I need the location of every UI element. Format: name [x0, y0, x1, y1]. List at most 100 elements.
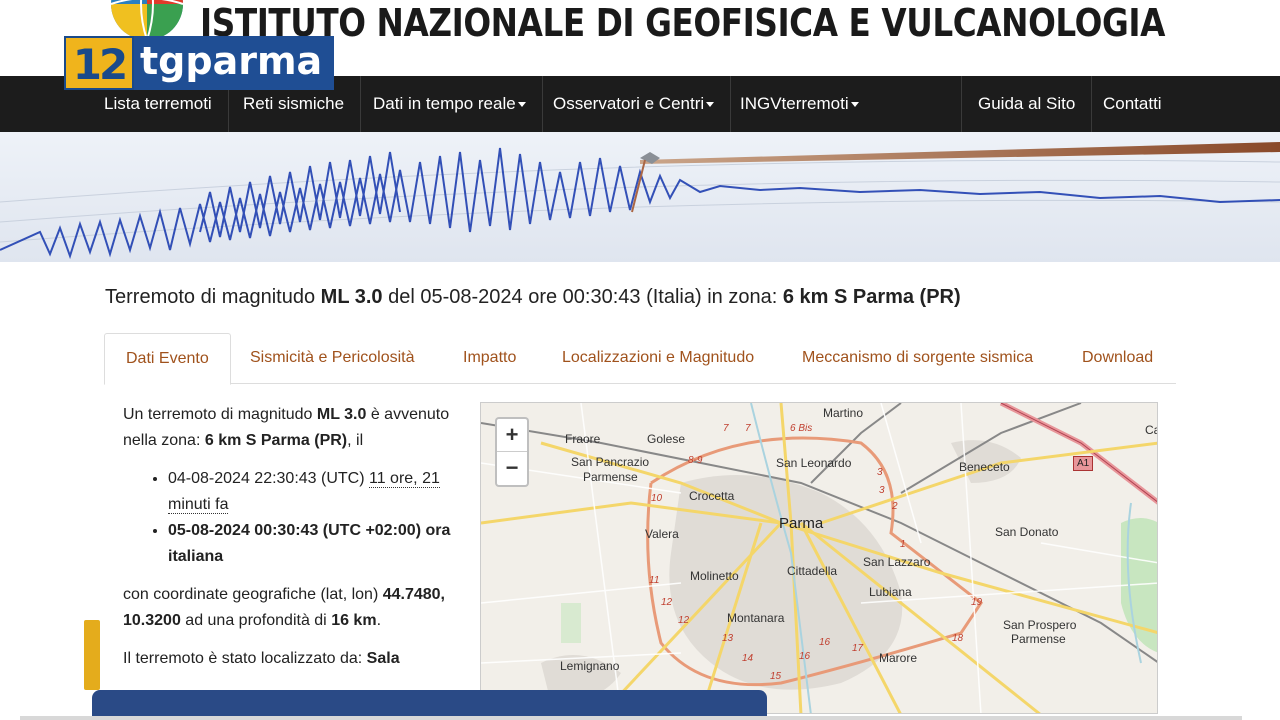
- map-label-san-lazzaro: San Lazzaro: [863, 555, 931, 569]
- zoom-out-button[interactable]: −: [497, 452, 527, 485]
- map-label-crocetta: Crocetta: [689, 489, 735, 503]
- road-number: 3: [877, 467, 883, 478]
- tv-logo-number: 12: [64, 36, 134, 90]
- tv-logo-name: tgparma: [134, 36, 334, 90]
- coords-text: ad una profondità di: [180, 612, 332, 629]
- site-title: ISTITUTO NAZIONALE DI GEOFISICA E VULCAN…: [200, 1, 1166, 45]
- page: ISTITUTO NAZIONALE DI GEOFISICA E VULCAN…: [0, 0, 1280, 720]
- local-time-item: 05-08-2024 00:30:43 (UTC +02:00) ora ita…: [168, 518, 453, 570]
- map-label-san-prospero: San Prospero: [1003, 618, 1077, 632]
- map-label-parmense: Parmense: [583, 470, 638, 484]
- map-label-molinetto: Molinetto: [690, 569, 739, 583]
- road-number: 11: [649, 575, 660, 586]
- map-label-san-donato: San Donato: [995, 525, 1059, 539]
- map-label-golese: Golese: [647, 432, 686, 446]
- road-number: 6 Bis: [790, 423, 813, 434]
- road-number: 7: [745, 423, 751, 434]
- nav-item-ingvterremoti[interactable]: INGVterremoti: [724, 76, 875, 132]
- nav-item-dati-tempo-reale[interactable]: Dati in tempo reale: [357, 76, 543, 132]
- road-number: 12: [678, 615, 690, 626]
- road-number: 17: [852, 643, 864, 654]
- tv-accent-bar: [84, 620, 100, 690]
- tab-sismicita-pericolosita[interactable]: Sismicità e Pericolosità: [229, 333, 436, 384]
- caret-down-icon: [706, 102, 715, 108]
- intro-magnitude: ML 3.0: [316, 406, 367, 423]
- road-number: 12: [661, 597, 673, 608]
- map-zoom-control: + −: [495, 417, 529, 487]
- local-time: 05-08-2024 00:30:43 (UTC +02:00) ora ita…: [168, 522, 451, 565]
- map-label-parma: Parma: [779, 515, 824, 532]
- tab-download[interactable]: Download: [1061, 333, 1174, 384]
- road-number: 8-9: [688, 455, 703, 466]
- utc-time-item: 04-08-2024 22:30:43 (UTC) 11 ore, 21 min…: [168, 466, 453, 518]
- event-tabs: Dati Evento Sismicità e Pericolosità Imp…: [104, 333, 1176, 385]
- nav-item-label: Reti sismiche: [243, 94, 345, 113]
- nav-item-label: Contatti: [1103, 94, 1162, 113]
- road-number: 10: [651, 493, 663, 504]
- map-label-valera: Valera: [645, 527, 679, 541]
- event-title: Terremoto di magnitudo ML 3.0 del 05-08-…: [105, 286, 961, 309]
- intro-text: , il: [347, 432, 364, 449]
- nav-item-label: Dati in tempo reale: [373, 94, 516, 113]
- event-time-list: 04-08-2024 22:30:43 (UTC) 11 ore, 21 min…: [168, 466, 453, 570]
- tab-dati-evento[interactable]: Dati Evento: [104, 333, 231, 385]
- event-zone: 6 km S Parma (PR): [782, 286, 961, 308]
- intro-text: Un terremoto di magnitudo: [123, 406, 317, 423]
- seismograph-image: [0, 132, 1280, 262]
- bottom-edge: [20, 716, 1242, 720]
- map-label-parmense-2: Parmense: [1011, 632, 1066, 646]
- event-title-mid: del 05-08-2024 ore 00:30:43 (Italia) in …: [382, 286, 783, 308]
- nav-item-label: Guida al Sito: [978, 94, 1076, 113]
- road-number: 18: [952, 633, 964, 644]
- nav-item-label: INGVterremoti: [740, 94, 849, 113]
- map-label-fraore: Fraore: [565, 432, 601, 446]
- intro-zone: 6 km S Parma (PR): [204, 432, 348, 449]
- map-label-beneceto: Beneceto: [959, 460, 1010, 474]
- tab-meccanismo-sorgente[interactable]: Meccanismo di sorgente sismica: [781, 333, 1054, 384]
- caret-down-icon: [850, 102, 859, 108]
- tab-impatto[interactable]: Impatto: [442, 333, 537, 384]
- nav-item-label: Lista terremoti: [104, 94, 212, 113]
- event-located-by: Il terremoto è stato localizzato da: Sal…: [123, 646, 453, 672]
- map-label-montanara: Montanara: [727, 611, 785, 625]
- map-label-cittadella: Cittadella: [787, 564, 838, 578]
- nav-item-guida-al-sito[interactable]: Guida al Sito: [961, 76, 1093, 132]
- coords-depth: 16 km: [331, 612, 377, 629]
- road-number: 16: [819, 637, 831, 648]
- nav-item-osservatori-centri[interactable]: Osservatori e Centri: [537, 76, 732, 132]
- caret-down-icon: [517, 102, 526, 108]
- coords-text: con coordinate geografiche (lat, lon): [123, 586, 383, 603]
- road-number: 15: [770, 671, 782, 682]
- coords-text: .: [376, 612, 382, 629]
- located-by-value: Sala: [366, 650, 400, 667]
- tv-channel-logo: 12 tgparma: [64, 36, 334, 90]
- located-by-text: Il terremoto è stato localizzato da:: [123, 650, 367, 667]
- map-label-martino: Martino: [823, 406, 864, 420]
- map-label-lubiana: Lubiana: [869, 585, 912, 599]
- map-label-lemignano: Lemignano: [560, 659, 620, 673]
- road-number: 2: [892, 501, 898, 512]
- nav-item-label: Osservatori e Centri: [553, 94, 705, 113]
- event-intro: Un terremoto di magnitudo ML 3.0 è avven…: [123, 402, 453, 454]
- tab-localizzazioni-magnitudo[interactable]: Localizzazioni e Magnitudo: [541, 333, 775, 384]
- seismograph-banner: [0, 132, 1280, 262]
- event-title-prefix: Terremoto di magnitudo: [105, 286, 321, 308]
- map-label-san-leonardo: San Leonardo: [776, 456, 852, 470]
- motorway-a1-shield: A1: [1073, 456, 1094, 471]
- nav-item-contatti[interactable]: Contatti: [1087, 76, 1178, 132]
- map-label-ca: Ca: [1145, 423, 1157, 437]
- event-details: Un terremoto di magnitudo ML 3.0 è avven…: [123, 402, 453, 684]
- road-number: 7: [723, 423, 729, 434]
- zoom-in-button[interactable]: +: [497, 419, 527, 452]
- map-label-marore: Marore: [879, 651, 918, 665]
- utc-time: 04-08-2024 22:30:43 (UTC): [168, 470, 369, 487]
- road-number: 13: [722, 633, 734, 644]
- road-number: 1: [900, 539, 906, 550]
- road-number: 16: [799, 651, 811, 662]
- event-magnitude: ML 3.0: [320, 286, 383, 308]
- road-number: 19: [971, 597, 983, 608]
- event-map[interactable]: + − Martino Fraore Golese San Pancrazio …: [480, 402, 1158, 714]
- event-coordinates: con coordinate geografiche (lat, lon) 44…: [123, 582, 453, 634]
- map-label-san-pancrazio: San Pancrazio: [571, 455, 650, 469]
- road-number: 3: [879, 485, 885, 496]
